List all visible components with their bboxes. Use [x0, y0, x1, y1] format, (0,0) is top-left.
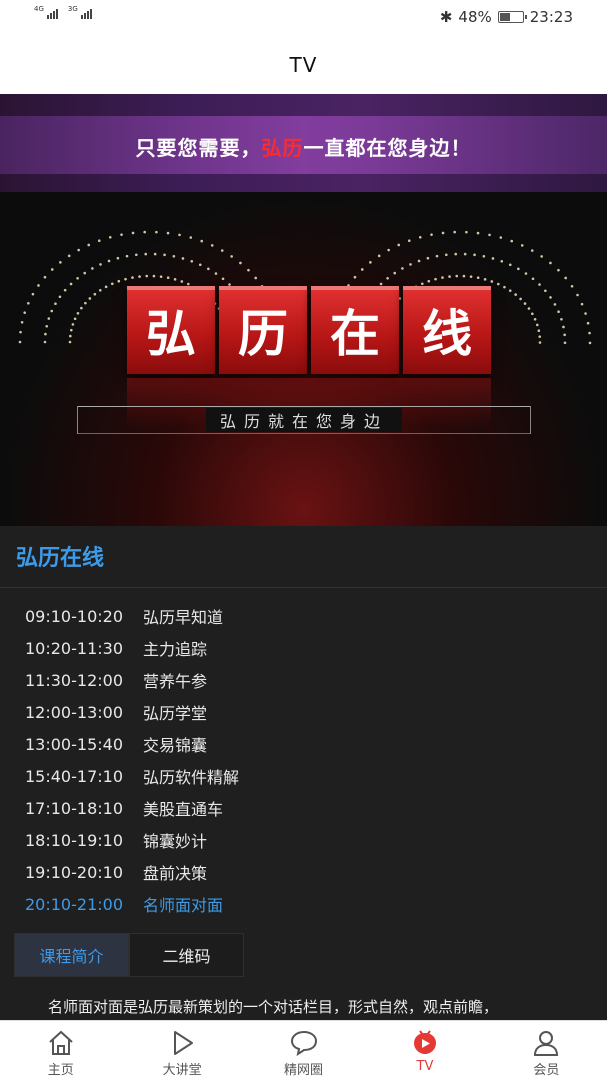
network-type-sim2: 3G: [67, 5, 78, 13]
nav-label: 会员: [533, 1063, 560, 1078]
promo-banner[interactable]: 只要您需要，弘历一直都在您身边！ 弘 历 在 线 弘历就在您身边: [0, 94, 607, 526]
tab-course-intro[interactable]: 课程简介: [14, 933, 129, 977]
schedule-item[interactable]: 11:30-12:00 营养午参: [25, 664, 239, 696]
banner-tagline-frame: 弘历就在您身边: [77, 406, 531, 434]
nav-label: 主页: [47, 1063, 74, 1078]
signal-indicators: 4G 3G: [34, 5, 92, 19]
bottom-tab-bar: 主页 大讲堂 精网圈 TV 会员: [0, 1020, 607, 1080]
schedule-item[interactable]: 19:10-20:10 盘前决策: [25, 856, 239, 888]
nav-item-home[interactable]: 主页: [0, 1021, 121, 1080]
signal-icon-sim2: 3G: [68, 5, 92, 19]
nav-item-community[interactable]: 精网圈: [243, 1021, 364, 1080]
battery-icon: [497, 11, 527, 23]
schedule-item[interactable]: 17:10-18:10 美股直通车: [25, 792, 239, 824]
divider: [0, 587, 607, 588]
battery-percent: 48%: [458, 8, 492, 26]
nav-label: 大讲堂: [162, 1063, 202, 1078]
program-schedule: 09:10-10:20 弘历早知道 10:20-11:30 主力追踪 11:30-1…: [25, 600, 239, 920]
logo-block: 在: [311, 286, 399, 374]
tab-qr-code[interactable]: 二维码: [129, 933, 244, 977]
clock: 23:23: [529, 8, 573, 26]
nav-label: 精网圈: [284, 1063, 324, 1078]
nav-item-lecture-hall[interactable]: 大讲堂: [121, 1021, 242, 1080]
logo-block: 历: [219, 286, 307, 374]
top-nav-bar: TV: [0, 36, 607, 94]
logo-block: 线: [403, 286, 491, 374]
page-title: TV: [289, 53, 318, 77]
nav-label: TV: [416, 1059, 434, 1074]
schedule-item[interactable]: 18:10-19:10 锦囊妙计: [25, 824, 239, 856]
logo-block: 弘: [127, 286, 215, 374]
schedule-item-current[interactable]: 20:10-21:00 名师面对面: [25, 888, 239, 920]
nav-item-tv[interactable]: TV: [364, 1021, 485, 1080]
banner-slogan-strip: 只要您需要，弘历一直都在您身边！: [0, 94, 607, 192]
course-description: 名师面对面是弘历最新策划的一个对话栏目，形式自然，观点前瞻，: [48, 998, 499, 1016]
info-tabs: 课程简介 二维码: [14, 933, 244, 977]
home-icon: [49, 1030, 73, 1055]
signal-icon-sim1: 4G: [34, 5, 58, 19]
banner-slogan: 只要您需要，弘历一直都在您身边！: [135, 136, 472, 160]
status-bar: 4G 3G ✱ 48% 23:23: [0, 0, 607, 36]
tv-play-icon: [413, 1030, 436, 1054]
play-icon: [174, 1031, 194, 1055]
schedule-item[interactable]: 12:00-13:00 弘历学堂: [25, 696, 239, 728]
schedule-item[interactable]: 13:00-15:40 交易锦囊: [25, 728, 239, 760]
chat-bubble-icon: [290, 1030, 317, 1057]
schedule-item[interactable]: 15:40-17:10 弘历软件精解: [25, 760, 239, 792]
channel-title: 弘历在线: [16, 546, 105, 571]
schedule-item[interactable]: 10:20-11:30 主力追踪: [25, 632, 239, 664]
schedule-item[interactable]: 09:10-10:20 弘历早知道: [25, 600, 239, 632]
network-type-sim1: 4G: [34, 5, 44, 13]
banner-tagline: 弘历就在您身边: [205, 408, 402, 432]
banner-logo-blocks: 弘 历 在 线: [127, 286, 491, 374]
user-icon: [534, 1031, 559, 1056]
bluetooth-icon: ✱: [439, 8, 453, 26]
nav-item-member[interactable]: 会员: [486, 1021, 607, 1080]
